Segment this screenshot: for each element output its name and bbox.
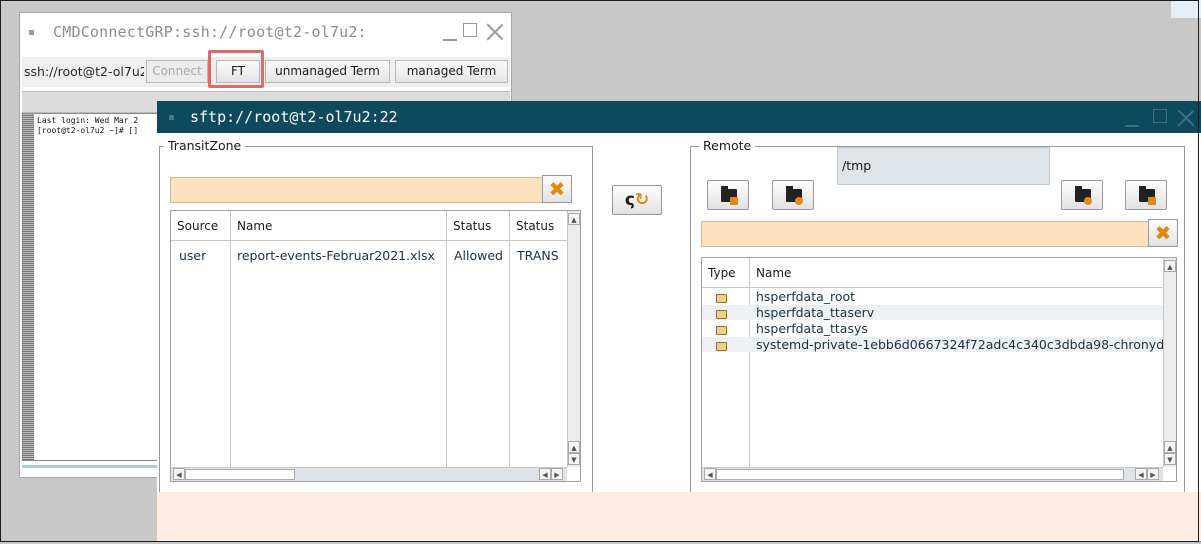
- scroll-up-icon[interactable]: ▲: [568, 441, 580, 453]
- cell-name: report-events-Februar2021.xlsx: [237, 248, 435, 263]
- maximize-icon[interactable]: [463, 23, 477, 37]
- terminal-line: [root@t2-ol7u2 ~]# []: [37, 126, 139, 135]
- remote-file-name: hsperfdata_ttaserv: [756, 305, 875, 320]
- transit-filter-input[interactable]: [170, 177, 543, 203]
- clear-x-icon: ✖: [548, 177, 566, 201]
- cell-status: Allowed: [454, 248, 503, 263]
- connect-button[interactable]: Connect: [146, 60, 208, 83]
- transitzone-group: TransitZone ✖ Source Name Status Status …: [159, 138, 593, 495]
- transit-vertical-scrollbar[interactable]: ▲ ▲ ▼: [567, 211, 580, 467]
- remote-horizontal-scrollbar[interactable]: ◀ ◀ ▶: [702, 467, 1163, 481]
- remote-clear-button[interactable]: ✖: [1148, 219, 1178, 247]
- scroll-right-icon[interactable]: ▶: [1147, 468, 1159, 480]
- minimize-icon[interactable]: [1125, 125, 1139, 127]
- scroll-up-icon[interactable]: ▲: [1164, 260, 1176, 272]
- managed-term-button[interactable]: managed Term: [395, 60, 508, 83]
- swap-button[interactable]: ς↻: [612, 185, 662, 215]
- remote-group: Remote /tmp ✖ Type Name hsperfdata_root: [690, 138, 1185, 495]
- scroll-left-icon[interactable]: ◀: [173, 468, 185, 480]
- corner-tab: [1171, 0, 1201, 18]
- upload-badge-icon: [795, 197, 803, 205]
- column-header-status-2[interactable]: Status: [510, 211, 568, 241]
- sftp-titlebar[interactable]: sftp://root@t2-ol7u2:22: [157, 101, 1201, 133]
- transit-clear-button[interactable]: ✖: [542, 175, 572, 203]
- window-menu-icon[interactable]: [169, 115, 174, 120]
- transit-table[interactable]: Source Name Status Status user report-ev…: [170, 210, 581, 482]
- cell-source: user: [179, 248, 207, 263]
- swap-refresh-icon: ς↻: [624, 190, 650, 210]
- remote-vertical-scrollbar[interactable]: ▲ ▲ ▼: [1163, 258, 1176, 467]
- column-divider: [509, 241, 510, 467]
- scroll-down-icon[interactable]: ▼: [1164, 453, 1176, 465]
- upload-button[interactable]: [772, 180, 814, 210]
- close-icon[interactable]: [1177, 109, 1195, 127]
- maximize-icon[interactable]: [1153, 109, 1167, 123]
- ssh-window-titlebar[interactable]: CMDConnectGRP:ssh://root@t2-ol7u2:: [20, 13, 511, 53]
- delete-folder-button[interactable]: [1125, 180, 1167, 210]
- window-menu-icon[interactable]: [29, 30, 34, 35]
- transitzone-label: TransitZone: [164, 138, 246, 153]
- new-folder-badge-icon: [730, 197, 738, 205]
- terminal-line: Last login: Wed Mar 2: [37, 116, 139, 125]
- refresh-badge-icon: [1084, 197, 1092, 205]
- sftp-window-title: sftp://root@t2-ol7u2:22: [190, 108, 398, 126]
- remote-table[interactable]: Type Name hsperfdata_root hsperfdata_tta…: [701, 257, 1177, 482]
- delete-badge-icon: [1148, 197, 1156, 205]
- minimize-icon[interactable]: [443, 39, 457, 41]
- transit-horizontal-scrollbar[interactable]: ◀ ◀ ▶: [171, 467, 567, 481]
- folder-icon: [716, 326, 727, 335]
- scroll-left-icon[interactable]: ◀: [539, 468, 551, 480]
- clear-x-icon: ✖: [1154, 221, 1172, 245]
- sftp-status-bar: [157, 492, 1201, 540]
- scroll-left-icon[interactable]: ◀: [704, 468, 716, 480]
- close-icon[interactable]: [486, 23, 504, 41]
- remote-file-name: hsperfdata_root: [756, 289, 856, 304]
- scroll-down-icon[interactable]: ▼: [568, 453, 580, 465]
- remote-file-name: systemd-private-1ebb6d0667324f72adc4c340…: [756, 337, 1164, 352]
- column-divider: [230, 241, 231, 467]
- folder-icon: [716, 294, 727, 303]
- scroll-right-icon[interactable]: ▶: [551, 468, 563, 480]
- ssh-window-title: CMDConnectGRP:ssh://root@t2-ol7u2:: [53, 23, 367, 41]
- scroll-thumb[interactable]: [716, 469, 1124, 480]
- column-header-status[interactable]: Status: [447, 211, 510, 241]
- terminal-scrollbar[interactable]: [23, 114, 34, 460]
- column-header-source[interactable]: Source: [171, 211, 231, 241]
- scroll-up-icon[interactable]: ▲: [1164, 441, 1176, 453]
- scroll-thumb[interactable]: [185, 469, 295, 480]
- remote-label: Remote: [699, 138, 756, 153]
- new-folder-button[interactable]: [707, 180, 749, 210]
- unmanaged-term-button[interactable]: unmanaged Term: [265, 60, 390, 83]
- refresh-folder-button[interactable]: [1061, 180, 1103, 210]
- ssh-toolbar: ssh://root@t2-ol7u2 Connect FT unmanaged…: [22, 57, 510, 87]
- remote-path-field[interactable]: /tmp: [837, 147, 1050, 185]
- column-header-name[interactable]: Name: [231, 211, 447, 241]
- cell-status-2: TRANS: [517, 248, 559, 263]
- column-divider: [446, 241, 447, 467]
- folder-icon: [716, 342, 727, 351]
- column-header-name[interactable]: Name: [750, 258, 1164, 288]
- remote-filter-input[interactable]: [701, 221, 1149, 247]
- folder-icon: [716, 310, 727, 319]
- sftp-window: sftp://root@t2-ol7u2:22 TransitZone ✖ So…: [157, 101, 1201, 542]
- scroll-up-icon[interactable]: ▲: [568, 213, 580, 225]
- ft-button-highlight: [208, 50, 264, 88]
- column-header-type[interactable]: Type: [702, 258, 750, 288]
- ssh-address: ssh://root@t2-ol7u2: [24, 64, 144, 79]
- remote-file-name: hsperfdata_ttasys: [756, 321, 868, 336]
- scroll-left-icon[interactable]: ◀: [1135, 468, 1147, 480]
